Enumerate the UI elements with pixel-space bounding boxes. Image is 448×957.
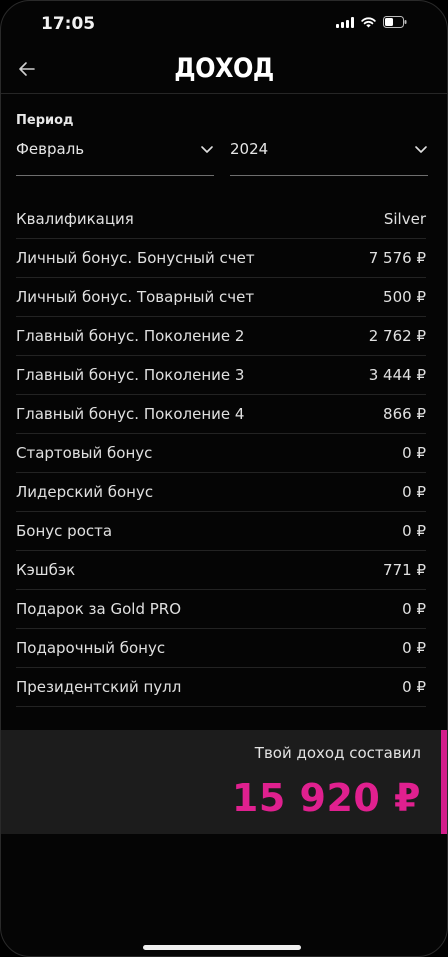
- row-label: Подарочный бонус: [16, 639, 166, 657]
- row-label: Личный бонус. Бонусный счет: [16, 249, 255, 267]
- row-label: Подарок за Gold PRO: [16, 600, 182, 618]
- header: ДОХОД: [1, 45, 447, 94]
- list-item-gold-pro-gift: Подарок за Gold PRO 0 ₽: [16, 590, 426, 629]
- list-item-leader-bonus: Лидерский бонус 0 ₽: [16, 473, 426, 512]
- row-value: 0 ₽: [402, 444, 426, 462]
- list-item-presidential-pool: Президентский пулл 0 ₽: [16, 668, 426, 707]
- row-label: Стартовый бонус: [16, 444, 153, 462]
- list-item-starter-bonus: Стартовый бонус 0 ₽: [16, 434, 426, 473]
- row-value: 0 ₽: [402, 678, 426, 696]
- row-label: Личный бонус. Товарный счет: [16, 288, 255, 306]
- row-label: Бонус роста: [16, 522, 113, 540]
- row-value: 3 444 ₽: [368, 366, 426, 384]
- battery-icon: [383, 16, 407, 28]
- row-value: 771 ₽: [383, 561, 426, 579]
- row-label: Президентский пулл: [16, 678, 182, 696]
- row-value: 0 ₽: [402, 483, 426, 501]
- month-value: Февраль: [16, 140, 85, 158]
- status-bar: 17:05: [1, 1, 447, 45]
- income-breakdown-list: Квалификация Silver Личный бонус. Бонусн…: [16, 200, 426, 707]
- period-label: Период: [16, 113, 74, 128]
- list-item-main-bonus-gen-3: Главный бонус. Поколение 3 3 444 ₽: [16, 356, 426, 395]
- list-item-gift-bonus: Подарочный бонус 0 ₽: [16, 629, 426, 668]
- row-value: 0 ₽: [402, 639, 426, 657]
- chevron-down-icon: [415, 146, 427, 153]
- home-indicator[interactable]: [143, 945, 301, 950]
- total-income-label: Твой доход составил: [254, 744, 421, 762]
- total-income-panel: Твой доход составил 15 920 ₽: [1, 730, 447, 834]
- row-label: Кэшбэк: [16, 561, 76, 579]
- row-label: Главный бонус. Поколение 2: [16, 327, 245, 345]
- cellular-signal-icon: [336, 16, 354, 28]
- row-label: Главный бонус. Поколение 3: [16, 366, 245, 384]
- row-label: Главный бонус. Поколение 4: [16, 405, 245, 423]
- page-title: ДОХОД: [174, 52, 274, 84]
- phone-screen: 17:05 ДОХОД Период Февраль 2024 Квалифик…: [0, 0, 448, 957]
- year-select[interactable]: 2024: [230, 135, 428, 176]
- row-label: Лидерский бонус: [16, 483, 154, 501]
- year-value: 2024: [230, 140, 269, 158]
- row-value: 866 ₽: [383, 405, 426, 423]
- month-select[interactable]: Февраль: [16, 135, 214, 176]
- wifi-icon: [361, 16, 376, 28]
- row-value: 2 762 ₽: [368, 327, 426, 345]
- list-item-qualification: Квалификация Silver: [16, 200, 426, 239]
- row-value: 500 ₽: [383, 288, 426, 306]
- list-item-main-bonus-gen-2: Главный бонус. Поколение 2 2 762 ₽: [16, 317, 426, 356]
- total-income-value: 15 920 ₽: [231, 776, 421, 820]
- list-item-personal-bonus-account: Личный бонус. Бонусный счет 7 576 ₽: [16, 239, 426, 278]
- row-label: Квалификация: [16, 210, 134, 228]
- list-item-cashback: Кэшбэк 771 ₽: [16, 551, 426, 590]
- row-value: Silver: [383, 210, 426, 228]
- chevron-down-icon: [201, 146, 213, 153]
- list-item-growth-bonus: Бонус роста 0 ₽: [16, 512, 426, 551]
- row-value: 0 ₽: [402, 522, 426, 540]
- row-value: 0 ₽: [402, 600, 426, 618]
- accent-bar: [441, 730, 447, 834]
- list-item-personal-goods-account: Личный бонус. Товарный счет 500 ₽: [16, 278, 426, 317]
- status-time: 17:05: [41, 14, 96, 34]
- row-value: 7 576 ₽: [368, 249, 426, 267]
- status-icons: [336, 16, 407, 28]
- list-item-main-bonus-gen-4: Главный бонус. Поколение 4 866 ₽: [16, 395, 426, 434]
